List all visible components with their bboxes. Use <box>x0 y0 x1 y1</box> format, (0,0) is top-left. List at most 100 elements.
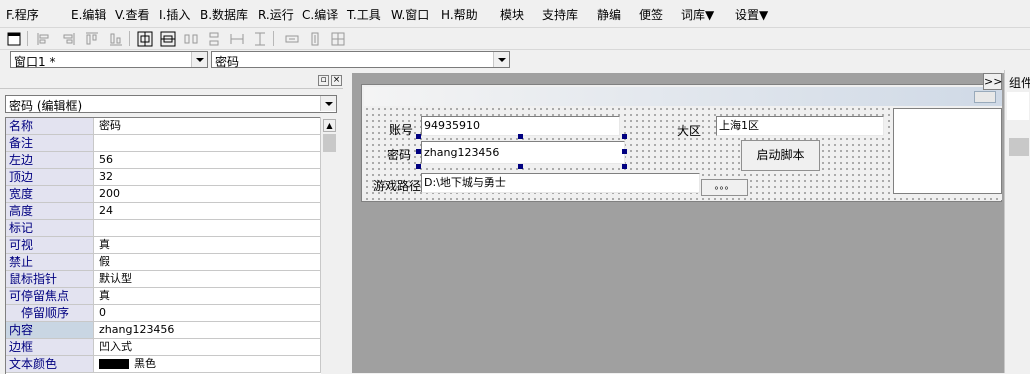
prop-value[interactable]: 56 <box>99 152 113 168</box>
selection-handle[interactable] <box>416 164 421 169</box>
chevron-down-icon[interactable] <box>320 96 336 111</box>
prop-row-border[interactable]: 边框 凹入式 <box>6 339 321 356</box>
selection-handle[interactable] <box>622 134 627 139</box>
center-vertical-icon[interactable] <box>159 30 176 47</box>
selection-handle[interactable] <box>622 164 627 169</box>
password-field[interactable]: zhang123456 <box>421 141 625 164</box>
password-label: 密码 <box>387 148 412 162</box>
menu-settings[interactable]: 设置▼ <box>735 6 768 23</box>
window-icon[interactable] <box>5 30 21 46</box>
prop-value[interactable]: 假 <box>99 254 110 270</box>
selection-handle[interactable] <box>622 149 627 154</box>
restore-icon[interactable]: ▫ <box>318 75 329 86</box>
close-icon[interactable]: × <box>331 75 342 86</box>
same-width-icon[interactable] <box>228 30 244 46</box>
account-label: 账号 <box>389 123 414 137</box>
prop-row-text-color[interactable]: 文本颜色 黑色 <box>6 356 321 373</box>
scroll-thumb[interactable] <box>323 134 336 152</box>
menu-support-library[interactable]: 支持库 <box>542 6 578 23</box>
lock-icon[interactable] <box>329 30 345 46</box>
align-right-icon[interactable] <box>59 30 75 46</box>
prop-row-tag[interactable]: 标记 <box>6 220 321 237</box>
prop-row-name[interactable]: 名称 密码 <box>6 118 321 135</box>
selection-handle[interactable] <box>518 134 523 139</box>
scroll-up-icon[interactable]: ▲ <box>323 119 336 132</box>
window-selector[interactable]: 窗口1 * <box>10 51 208 69</box>
menu-program[interactable]: F.程序 <box>6 6 39 23</box>
menu-window[interactable]: W.窗口 <box>391 6 429 23</box>
same-height-icon[interactable] <box>251 30 267 46</box>
prop-row-focusable[interactable]: 可停留焦点真 <box>6 288 321 305</box>
prop-value[interactable]: 0 <box>99 305 106 321</box>
grid-icon[interactable] <box>306 30 322 46</box>
component-selector[interactable]: 密码 <box>211 51 510 69</box>
start-script-button[interactable]: 启动脚本 <box>741 140 820 171</box>
align-top-icon[interactable] <box>83 30 99 46</box>
menu-compile[interactable]: C.编译 <box>302 6 338 23</box>
color-swatch[interactable] <box>99 359 129 369</box>
prop-label: 边框 <box>6 339 94 355</box>
prop-value[interactable]: 凹入式 <box>99 339 132 355</box>
expand-panel-button[interactable]: >> <box>983 73 1002 90</box>
selection-handle[interactable] <box>416 134 421 139</box>
selection-handle[interactable] <box>518 164 523 169</box>
component-list[interactable] <box>1007 92 1029 120</box>
prop-value[interactable]: 密码 <box>99 118 121 134</box>
prop-row-tab-order[interactable]: 停留顺序 0 <box>6 305 321 322</box>
prop-value[interactable]: 200 <box>99 186 120 202</box>
prop-row-height[interactable]: 高度 24 <box>6 203 321 220</box>
prop-value[interactable]: 真 <box>99 237 110 253</box>
prop-value[interactable]: 默认型 <box>99 271 132 287</box>
prop-value[interactable]: zhang123456 <box>99 322 174 338</box>
prop-value[interactable]: 真 <box>99 288 110 304</box>
chevron-down-icon[interactable] <box>191 52 207 67</box>
menu-notes[interactable]: 便签 <box>639 6 663 23</box>
prop-value[interactable]: 黑色 <box>134 356 156 372</box>
property-scrollbar[interactable]: ▲ <box>320 117 338 373</box>
prop-row-content[interactable]: 内容 zhang123456 <box>6 322 321 339</box>
menu-help[interactable]: H.帮助 <box>441 6 478 23</box>
center-horizontal-icon[interactable] <box>136 30 153 47</box>
prop-label: 标记 <box>6 220 94 236</box>
menu-run[interactable]: R.运行 <box>258 6 294 23</box>
space-vertical-icon[interactable] <box>205 30 221 46</box>
menu-edit[interactable]: E.编辑 <box>71 6 106 23</box>
prop-row-cursor[interactable]: 鼠标指针 默认型 <box>6 271 321 288</box>
property-grid: 名称 密码 备注 左边 56 顶边 32 宽度 200 高度 24 标记 可视真 禁止假 … <box>5 117 321 374</box>
log-box[interactable] <box>893 108 1002 194</box>
prop-label: 禁止 <box>6 254 94 270</box>
align-bottom-icon[interactable] <box>107 30 123 46</box>
prop-value[interactable]: 24 <box>99 203 113 219</box>
prop-row-visible[interactable]: 可视真 <box>6 237 321 254</box>
menu-database[interactable]: B.数据库 <box>200 6 248 23</box>
component-scroll-thumb[interactable] <box>1009 138 1029 156</box>
prop-label: 顶边 <box>6 169 94 185</box>
window-selector-value: 窗口1 * <box>14 55 56 69</box>
menu-module[interactable]: 模块 <box>500 6 524 23</box>
prop-label: 停留顺序 <box>6 305 94 321</box>
prop-row-width[interactable]: 宽度 200 <box>6 186 321 203</box>
browse-button[interactable]: 。。。 <box>701 179 748 196</box>
prop-label: 高度 <box>6 203 94 219</box>
prop-row-remark[interactable]: 备注 <box>6 135 321 152</box>
same-size-icon[interactable] <box>283 30 299 46</box>
minimize-icon[interactable] <box>974 91 996 103</box>
prop-value[interactable]: 32 <box>99 169 113 185</box>
game-path-field[interactable]: D:\地下城与勇士 <box>421 173 700 193</box>
space-horizontal-icon[interactable] <box>182 30 198 46</box>
align-left-icon[interactable] <box>35 30 51 46</box>
prop-label: 名称 <box>6 118 94 134</box>
account-field[interactable]: 94935910 <box>421 116 620 136</box>
menu-tools[interactable]: T.工具 <box>347 6 381 23</box>
prop-row-disabled[interactable]: 禁止假 <box>6 254 321 271</box>
chevron-down-icon[interactable] <box>493 52 509 67</box>
menu-lexicon[interactable]: 词库▼ <box>681 6 714 23</box>
menu-insert[interactable]: I.插入 <box>159 6 190 23</box>
menu-static-compile[interactable]: 静编 <box>597 6 621 23</box>
object-selector[interactable]: 密码 (编辑框) <box>5 95 337 113</box>
region-field[interactable]: 上海1区 <box>716 116 884 136</box>
selection-handle[interactable] <box>416 149 421 154</box>
menu-view[interactable]: V.查看 <box>115 6 149 23</box>
prop-row-top[interactable]: 顶边 32 <box>6 169 321 186</box>
prop-row-left[interactable]: 左边 56 <box>6 152 321 169</box>
